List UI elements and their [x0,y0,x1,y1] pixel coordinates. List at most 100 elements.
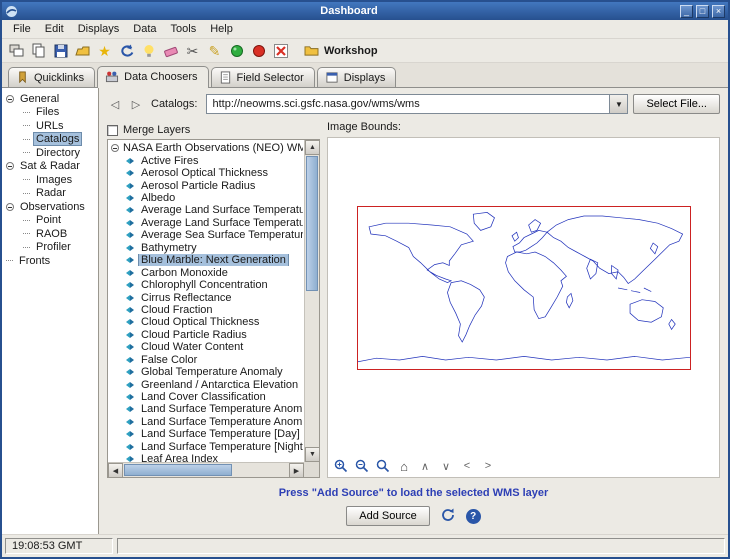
tip-button[interactable] [138,40,159,61]
add-source-button[interactable]: Add Source [346,506,429,526]
zoom-out-button[interactable] [353,457,371,475]
tree-item-observations[interactable]: Observations [3,200,97,214]
tree-item-urls[interactable]: URLs [3,119,97,133]
scroll-up-button[interactable]: ▲ [305,140,320,155]
close-icon[interactable]: × [712,5,725,18]
wms-layer-item[interactable]: Land Surface Temperature [Day] [111,428,303,440]
wms-layer-item[interactable]: Land Surface Temperature Anom [111,416,303,428]
tree-item-sat-radar[interactable]: Sat & Radar [3,160,97,174]
wms-layer-item[interactable]: Chlorophyll Concentration [111,279,303,291]
help-button[interactable]: ? [466,509,481,524]
menu-edit[interactable]: Edit [38,21,71,37]
titlebar[interactable]: Dashboard _ □ × [2,2,728,20]
menu-file[interactable]: File [6,21,38,37]
favorites-button[interactable]: ★ [94,40,115,61]
wms-layer-item[interactable]: Aerosol Optical Thickness [111,167,303,179]
minimize-icon[interactable]: _ [680,5,693,18]
tree-item-raob[interactable]: RAOB [3,227,97,241]
scroll-left-button[interactable]: ◀ [108,463,123,478]
wms-layer-item[interactable]: Albedo [111,192,303,204]
edit-button[interactable]: ✎ [204,40,225,61]
scroll-down-button[interactable]: ▼ [305,447,320,462]
tab-data-choosers[interactable]: Data Choosers [97,66,208,88]
pan-down-button[interactable]: ∨ [437,457,455,475]
tree-item-files[interactable]: Files [3,106,97,120]
show-windows-button[interactable] [6,40,27,61]
map-navigation: ⌂ ∧ ∨ < > [332,457,497,475]
wms-layer-item[interactable]: Land Surface Temperature Anom [111,403,303,415]
wms-layer-item[interactable]: Cloud Fraction [111,304,303,316]
menu-tools[interactable]: Tools [164,21,204,37]
menu-help[interactable]: Help [203,21,240,37]
pan-right-button[interactable]: > [479,457,497,475]
tabbar: Quicklinks Data Choosers Field Selector … [2,63,728,88]
tree-item-general[interactable]: General [3,92,97,106]
wms-layer-item[interactable]: False Color [111,354,303,366]
wms-layer-item[interactable]: Average Sea Surface Temperatur [111,229,303,241]
save-button[interactable] [50,40,71,61]
zoom-in-button[interactable] [332,457,350,475]
copy-button[interactable] [28,40,49,61]
expand-knob-icon[interactable] [6,162,14,170]
cut-button[interactable]: ✂ [182,40,203,61]
wms-layer-item[interactable]: Land Surface Temperature [Night [111,441,303,453]
vertical-scroll-thumb[interactable] [306,156,318,291]
pan-up-button[interactable]: ∧ [416,457,434,475]
wms-layer-item[interactable]: Greenland / Antarctica Elevation [111,378,303,390]
history-back-button[interactable]: ◁ [107,96,123,112]
tree-item-directory[interactable]: Directory [3,146,97,160]
horizontal-scrollbar[interactable]: ◀ ▶ [108,462,304,477]
maximize-icon[interactable]: □ [696,5,709,18]
map-bounds-box[interactable] [357,206,691,370]
tab-field-selector[interactable]: Field Selector [211,67,315,87]
app-icon[interactable] [5,5,18,18]
menu-displays[interactable]: Displays [71,21,127,37]
status-button[interactable] [226,40,247,61]
expand-knob-icon[interactable] [111,144,119,152]
erase-button[interactable] [160,40,181,61]
wms-layer-item[interactable]: Aerosol Particle Radius [111,179,303,191]
wms-layer-item[interactable]: Cloud Water Content [111,341,303,353]
horizontal-scroll-thumb[interactable] [124,464,232,476]
tree-item-catalogs[interactable]: Catalogs [3,133,97,147]
wms-layer-item[interactable]: Cirrus Reflectance [111,291,303,303]
wms-layer-item[interactable]: Global Temperature Anomaly [111,366,303,378]
tab-displays[interactable]: Displays [317,67,397,87]
tree-item-radar[interactable]: Radar [3,187,97,201]
tree-item-images[interactable]: Images [3,173,97,187]
tab-quicklinks[interactable]: Quicklinks [8,67,95,87]
wms-layer-item[interactable]: Blue Marble: Next Generation [111,254,303,266]
wms-layer-item[interactable]: Cloud Optical Thickness [111,316,303,328]
tree-item-point[interactable]: Point [3,214,97,228]
refresh-button[interactable] [440,507,456,526]
wms-layer-item[interactable]: Active Fires [111,155,303,167]
record-button[interactable] [248,40,269,61]
catalog-url-combobox[interactable]: http://neowms.sci.gsfc.nasa.gov/wms/wms … [206,94,628,114]
merge-layers-checkbox[interactable] [107,125,118,136]
history-forward-button[interactable]: ▷ [128,96,144,112]
tree-item-fronts[interactable]: Fronts [3,254,97,268]
workshop-button[interactable]: Workshop [304,44,378,57]
undo-button[interactable] [116,40,137,61]
stop-loads-button[interactable] [270,40,291,61]
menu-data[interactable]: Data [126,21,163,37]
wms-root-node[interactable]: NASA Earth Observations (NEO) WMS [111,142,303,155]
wms-layer-item[interactable]: Carbon Monoxide [111,266,303,278]
combo-dropdown-button[interactable]: ▼ [609,95,627,113]
select-file-button[interactable]: Select File... [633,94,720,114]
wms-layer-item[interactable]: Average Land Surface Temperatu [111,217,303,229]
wms-layer-item[interactable]: Land Cover Classification [111,391,303,403]
tree-item-profiler[interactable]: Profiler [3,241,97,255]
zoom-reset-button[interactable] [374,457,392,475]
wms-layer-item[interactable]: Cloud Particle Radius [111,329,303,341]
pan-left-button[interactable]: < [458,457,476,475]
expand-knob-icon[interactable] [6,203,14,211]
open-button[interactable] [72,40,93,61]
scroll-right-button[interactable]: ▶ [289,463,304,478]
expand-knob-icon[interactable] [6,95,14,103]
vertical-scrollbar[interactable]: ▲ ▼ [304,140,319,462]
wms-layer-item[interactable]: Bathymetry [111,242,303,254]
wms-layer-item[interactable]: Average Land Surface Temperatu [111,204,303,216]
world-map[interactable] [358,207,690,369]
home-button[interactable]: ⌂ [395,457,413,475]
